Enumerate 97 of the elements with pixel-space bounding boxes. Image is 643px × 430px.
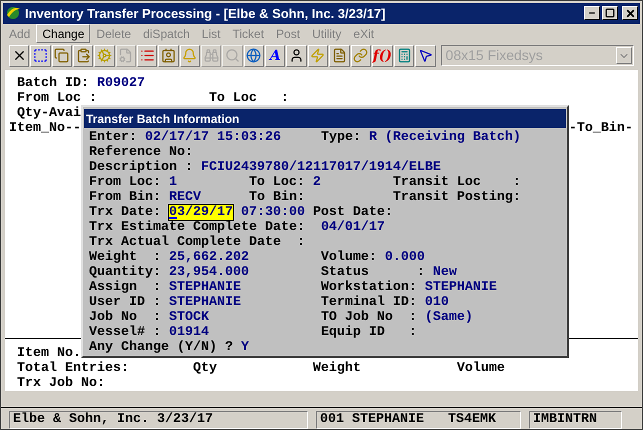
- lightning-icon: [310, 48, 326, 64]
- date-input-field[interactable]: 03/29/17: [168, 205, 233, 220]
- field-value: 07:30:00: [240, 205, 305, 220]
- field-label: From Bin:: [89, 190, 161, 205]
- field-label: Quantity:: [89, 265, 161, 280]
- field-label: Workstation:: [320, 280, 417, 295]
- field-value: 2: [312, 175, 321, 190]
- field-label: Assign :: [89, 280, 161, 295]
- field-label: Qty-Avai: [16, 106, 81, 121]
- copy-icon: [54, 48, 70, 64]
- field-label: Qty: [192, 361, 217, 376]
- field-value: STEPHANIE: [424, 280, 497, 295]
- field-label: Job No :: [89, 310, 161, 325]
- menu-item[interactable]: Change: [36, 24, 90, 44]
- globe-icon: [246, 48, 262, 64]
- dialog-title: Transfer Batch Information: [86, 110, 240, 128]
- field-label: Trx Date:: [89, 205, 161, 220]
- toolbar-button[interactable]: [244, 44, 264, 67]
- field-label: Post Date:: [312, 205, 393, 220]
- field-label: Item No.: [16, 346, 81, 362]
- field-label: From Loc :: [16, 90, 97, 106]
- link-icon: [353, 48, 368, 64]
- field-label: To Loc :: [208, 90, 289, 106]
- field-label: Description :: [89, 160, 193, 175]
- toolbar-button[interactable]: [30, 44, 51, 67]
- field-value: STEPHANIE: [168, 280, 241, 295]
- field-value: 010: [424, 295, 449, 310]
- list-icon: [140, 48, 155, 64]
- field-value: 04/01/17: [320, 220, 385, 235]
- field-value: 23,954.000: [168, 265, 249, 280]
- field-value: R (Receiving Batch): [368, 130, 521, 145]
- field-label: Volume: [456, 361, 505, 376]
- field-value: New: [432, 265, 457, 280]
- field-label: Trx Job No:: [16, 376, 105, 392]
- field-value: 25,662.202: [168, 250, 249, 265]
- field-label: Weight: [312, 361, 361, 376]
- person-icon: [289, 48, 304, 64]
- help-pointer-icon: [418, 48, 433, 64]
- field-label: Total Entries:: [16, 361, 129, 376]
- status-panel: 001 STEPHANIE TS4EMK: [316, 410, 521, 429]
- field-label: From Loc:: [89, 175, 161, 190]
- close-icon: [624, 8, 636, 19]
- gear-icon: [97, 48, 112, 64]
- field-label: Transit Loc :: [392, 175, 521, 190]
- field-label: Item_No--: [9, 120, 81, 136]
- status-panel: Elbe & Sohn, Inc. 3/23/17: [9, 410, 308, 429]
- calculator-icon: [396, 48, 412, 64]
- field-label: Trx Estimate Complete Date:: [89, 220, 305, 235]
- toolbar-button[interactable]: [9, 44, 30, 67]
- selection-icon: [33, 48, 48, 64]
- close-button[interactable]: [622, 6, 638, 20]
- field-label: User ID :: [89, 295, 161, 310]
- text-cursor: [168, 217, 177, 219]
- field-value: Y: [240, 340, 249, 355]
- field-value: STOCK: [168, 310, 209, 325]
- field-label: Enter:: [89, 130, 137, 145]
- field-label: Batch ID:: [16, 76, 89, 91]
- field-label: Status :: [320, 265, 425, 280]
- field-label: To Loc:: [248, 175, 305, 190]
- status-panel: IMBINTRN: [529, 410, 622, 429]
- field-label: TO Job No :: [320, 310, 417, 325]
- field-label: Vessel# :: [89, 325, 161, 340]
- field-value: 02/17/17 15:03:26: [144, 130, 281, 145]
- field-label: Volume:: [320, 250, 377, 265]
- field-label: -To_Bin-: [568, 120, 633, 136]
- paste-icon: [76, 48, 91, 64]
- field-label: Trx Actual Complete Date :: [89, 235, 305, 250]
- field-label: Terminal ID:: [320, 295, 417, 310]
- field-label: Any Change (Y/N) ?: [89, 340, 233, 355]
- field-label: To Bin:: [248, 190, 305, 205]
- maximize-icon: [605, 8, 615, 18]
- properties-icon: [118, 48, 134, 64]
- toolbar-button[interactable]: [286, 44, 307, 67]
- field-value: 1: [168, 175, 177, 190]
- field-label: Reference No:: [89, 145, 193, 160]
- field-value: STEPHANIE: [168, 295, 241, 310]
- field-value: 0.000: [384, 250, 425, 265]
- search-icon: [225, 48, 240, 64]
- field-label: Equip ID :: [320, 325, 417, 340]
- app-logo-icon: [5, 5, 21, 22]
- field-value: FCIU2439780/12117017/1914/ELBE: [200, 160, 441, 175]
- field-value: 01914: [168, 325, 209, 340]
- maximize-button[interactable]: [602, 6, 618, 20]
- window-title: Inventory Transfer Processing - [Elbe & Sohn, Inc. 3/23/17]: [25, 4, 386, 23]
- bell-icon: [182, 48, 198, 64]
- toolbar-button[interactable]: [415, 44, 436, 67]
- minimize-button[interactable]: [584, 6, 600, 20]
- field-label: Transit Posting:: [392, 190, 521, 205]
- contact-card-icon: [161, 48, 176, 64]
- field-value: RECV: [168, 190, 201, 205]
- field-value: R09027: [96, 76, 145, 91]
- toolbar-button[interactable]: f(): [372, 44, 393, 67]
- field-label: Weight :: [89, 250, 161, 265]
- binoculars-icon: [204, 48, 219, 64]
- field-value: (Same): [424, 310, 473, 325]
- toolbar-button[interactable]: A: [265, 44, 286, 67]
- field-label: Type:: [320, 130, 361, 145]
